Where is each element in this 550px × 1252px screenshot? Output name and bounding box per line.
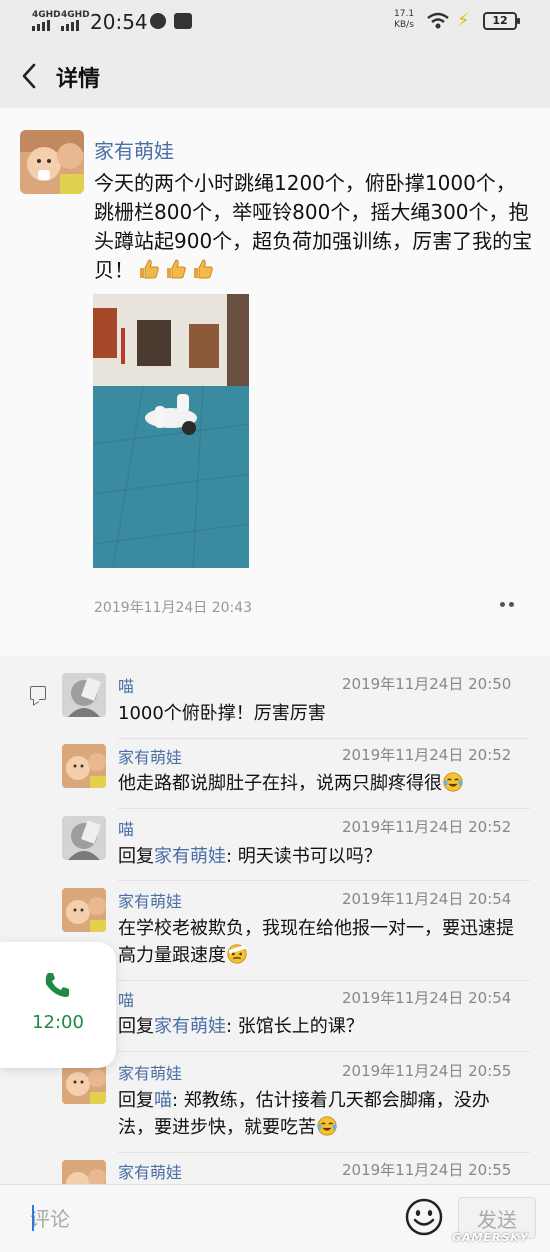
laughing-tears-icon <box>317 1116 337 1136</box>
call-duration: 12:00 <box>32 1012 84 1033</box>
comment-text[interactable]: 回复家有萌娃: 明天读书可以吗？ <box>118 843 522 870</box>
status-time: 20:54 <box>90 10 148 34</box>
comment-author[interactable]: 喵 <box>118 673 134 697</box>
signal-icon <box>61 20 79 31</box>
avatar[interactable] <box>62 888 106 932</box>
app-icon <box>174 13 192 29</box>
comment-time: 2019年11月24日 20:55 <box>342 1062 512 1080</box>
post-author[interactable]: 家有萌娃 <box>94 135 174 164</box>
laughing-tears-icon <box>443 772 463 792</box>
battery-icon: 12 <box>483 12 520 30</box>
thumbs-up-icon <box>167 259 186 279</box>
wechat-icon <box>150 13 166 29</box>
reply-target[interactable]: 家有萌娃 <box>154 846 226 867</box>
divider <box>118 980 530 981</box>
thumbs-up-emojis <box>134 256 215 285</box>
signal-label-1: 4GHD <box>32 10 61 20</box>
comment-body: 在学校老被欺负，我现在给他报一对一，要迅速提高力量跟速度 <box>118 918 514 966</box>
post-timestamp: 2019年11月24日 20:43 <box>94 600 253 616</box>
comment-input[interactable] <box>30 1199 390 1239</box>
smiley-icon[interactable] <box>404 1197 444 1237</box>
more-options-icon[interactable] <box>500 602 514 607</box>
post-photo[interactable] <box>93 294 249 568</box>
comment-body: : 明天读书可以吗？ <box>226 846 382 867</box>
comment-body: : 张馆长上的课？ <box>226 1016 364 1037</box>
comment-author[interactable]: 家有萌娃 <box>118 888 182 912</box>
comments-section: 喵 2019年11月24日 20:50 1000个俯卧撑！厉害厉害 家有萌娃 2… <box>0 656 550 1204</box>
avatar[interactable] <box>62 816 106 860</box>
signal-label-2: 4GHD <box>61 10 90 20</box>
call-widget[interactable]: 12:00 <box>0 942 116 1068</box>
comment-time: 2019年11月24日 20:55 <box>342 1161 512 1179</box>
reply-prefix: 回复 <box>118 1090 154 1111</box>
divider <box>118 738 530 739</box>
divider <box>118 880 530 881</box>
wifi-icon <box>427 12 449 29</box>
text-cursor <box>32 1205 34 1231</box>
network-speed-unit: KB/s <box>394 20 414 30</box>
comment-time: 2019年11月24日 20:54 <box>342 890 512 908</box>
comment-author[interactable]: 家有萌娃 <box>118 1060 182 1084</box>
network-speed: 17.1 KB/s <box>394 9 414 31</box>
thumbs-up-icon <box>194 259 213 279</box>
post-text: 今天的两个小时跳绳1200个，俯卧撑1000个，跳栅栏800个，举哑铃800个，… <box>94 169 534 285</box>
comment-author[interactable]: 家有萌娃 <box>118 744 182 768</box>
phone-icon <box>45 973 69 997</box>
comment-text[interactable]: 在学校老被欺负，我现在给他报一对一，要迅速提高力量跟速度 <box>118 915 522 969</box>
chevron-left-icon[interactable] <box>18 62 42 90</box>
signal-icon <box>32 20 50 31</box>
watermark: GAMERSKY <box>452 1231 529 1244</box>
comment-text[interactable]: 他走路都说脚肚子在抖，说两只脚疼得很 <box>118 770 522 797</box>
divider <box>118 1152 530 1153</box>
avatar[interactable] <box>20 130 84 194</box>
comment-author[interactable]: 家有萌娃 <box>118 1159 182 1183</box>
divider <box>118 808 530 809</box>
comment-time: 2019年11月24日 20:50 <box>342 675 512 693</box>
comment-body: 他走路都说脚肚子在抖，说两只脚疼得很 <box>118 773 442 794</box>
bandage-face-icon <box>227 944 247 964</box>
comment-text[interactable]: 1000个俯卧撑！厉害厉害 <box>118 700 522 727</box>
avatar[interactable] <box>62 673 106 717</box>
nav-bar: 详情 <box>0 44 550 108</box>
comment-body: : 郑教练，估计接着几天都会脚痛，没办法，要进步快，就要吃苦 <box>118 1090 490 1138</box>
divider <box>118 1051 530 1052</box>
reply-prefix: 回复 <box>118 846 154 867</box>
reply-prefix: 回复 <box>118 1016 154 1037</box>
avatar[interactable] <box>62 744 106 788</box>
comment-text[interactable]: 回复家有萌娃: 张馆长上的课？ <box>118 1013 522 1040</box>
comment-time: 2019年11月24日 20:54 <box>342 989 512 1007</box>
page-title: 详情 <box>56 67 101 92</box>
battery-level: 12 <box>492 14 508 27</box>
comment-author[interactable]: 喵 <box>118 987 134 1011</box>
comment-time: 2019年11月24日 20:52 <box>342 746 512 764</box>
reply-target[interactable]: 家有萌娃 <box>154 1016 226 1037</box>
status-bar: 4GHD 4GHD 20:54 17.1 KB/s ⚡ 12 <box>0 0 550 44</box>
moment-post: 家有萌娃 今天的两个小时跳绳1200个，俯卧撑1000个，跳栅栏800个，举哑铃… <box>0 108 550 656</box>
reply-target[interactable]: 喵 <box>154 1090 172 1111</box>
network-speed-value: 17.1 <box>394 9 415 19</box>
comment-text[interactable]: 回复喵: 郑教练，估计接着几天都会脚痛，没办法，要进步快，就要吃苦 <box>118 1087 522 1141</box>
comment-body: 1000个俯卧撑！厉害厉害 <box>118 703 326 724</box>
thumbs-up-icon <box>140 259 159 279</box>
comment-author[interactable]: 喵 <box>118 816 134 840</box>
comment-icon <box>30 686 46 700</box>
charging-icon: ⚡ <box>457 10 470 31</box>
comment-time: 2019年11月24日 20:52 <box>342 818 512 836</box>
